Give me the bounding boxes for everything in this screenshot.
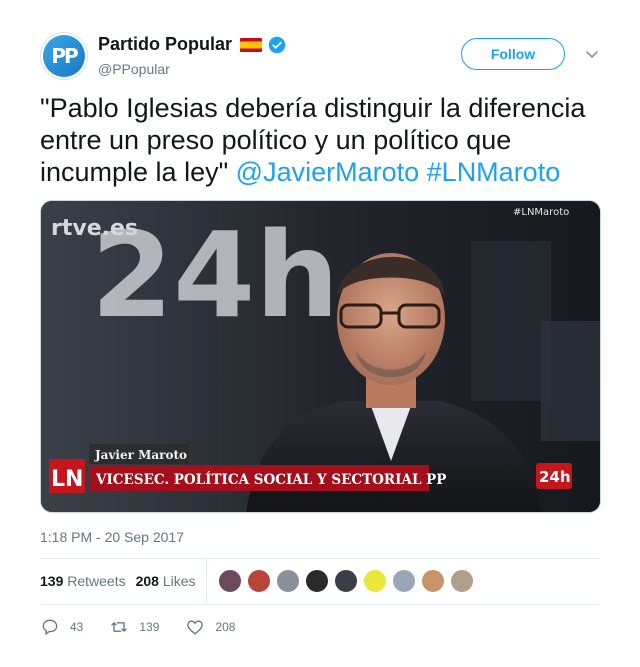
retweet-icon <box>111 622 128 632</box>
reply-icon <box>42 619 58 635</box>
liker-avatar[interactable] <box>246 569 271 593</box>
hashtag-overlay: #LNMaroto <box>513 207 569 218</box>
like-action[interactable]: 208 <box>185 617 235 637</box>
liker-avatar[interactable] <box>449 569 474 593</box>
liker-avatar[interactable] <box>391 569 416 593</box>
account-handle[interactable]: @PPopular <box>98 61 286 77</box>
reply-action[interactable]: 43 <box>40 617 83 637</box>
likes-label: Likes <box>162 573 196 589</box>
liker-avatar[interactable] <box>420 569 445 593</box>
guest-title: VICESEC. POLÍTICA SOCIAL Y SECTORIAL PP <box>95 472 446 488</box>
heart-icon <box>187 620 204 635</box>
retweet-count: 139 <box>139 620 160 634</box>
video-frame: 24h rtve.es #LNMaroto Javier Maroto LN V… <box>41 201 600 512</box>
tweet-actions: 43 139 208 <box>40 615 261 639</box>
liker-avatar[interactable] <box>362 569 387 593</box>
chevron-down-icon[interactable] <box>584 46 600 62</box>
name-row: Partido Popular <box>98 34 286 55</box>
stats-separator <box>205 558 207 604</box>
mention-link[interactable]: @JavierMaroto <box>236 157 419 187</box>
like-count: 208 <box>215 620 236 634</box>
retweets-stat[interactable]: 139 Retweets <box>40 573 126 589</box>
likes-stat[interactable]: 208 Likes <box>136 573 196 589</box>
reply-count: 43 <box>70 620 84 634</box>
tweet-timestamp[interactable]: 1:18 PM - 20 Sep 2017 <box>40 529 184 545</box>
avatar[interactable]: PP <box>40 32 88 80</box>
liker-avatar[interactable] <box>333 569 358 593</box>
engagement-stats: 139 Retweets 208 Likes <box>40 558 600 604</box>
network-logo: rtve.es <box>51 216 138 241</box>
account-info: Partido Popular @PPopular <box>98 34 286 77</box>
liker-avatar[interactable] <box>217 569 242 593</box>
spain-flag-icon <box>240 37 263 52</box>
tweet-header: PP Partido Popular @PPopular Follow <box>40 32 600 82</box>
avatar-logo: PP <box>43 35 85 77</box>
follow-button[interactable]: Follow <box>461 38 565 70</box>
tweet-text: "Pablo Iglesias debería distinguir la di… <box>40 92 610 188</box>
liker-avatar[interactable] <box>304 569 329 593</box>
tweet-media[interactable]: 24h rtve.es #LNMaroto Javier Maroto LN V… <box>40 200 601 513</box>
liker-avatar[interactable] <box>275 569 300 593</box>
liker-avatars <box>217 569 474 593</box>
guest-name: Javier Maroto <box>94 448 187 462</box>
likes-count: 208 <box>135 573 159 589</box>
corner-channel-logo: 24h <box>539 468 571 486</box>
hashtag-link[interactable]: #LNMaroto <box>427 157 561 187</box>
display-name[interactable]: Partido Popular <box>98 34 232 55</box>
program-logo: LN <box>51 467 83 492</box>
retweets-label: Retweets <box>67 573 126 589</box>
verified-badge-icon <box>268 36 286 53</box>
retweet-action[interactable]: 139 <box>109 617 159 637</box>
retweets-count: 139 <box>40 573 64 589</box>
divider-bottom <box>40 604 600 605</box>
